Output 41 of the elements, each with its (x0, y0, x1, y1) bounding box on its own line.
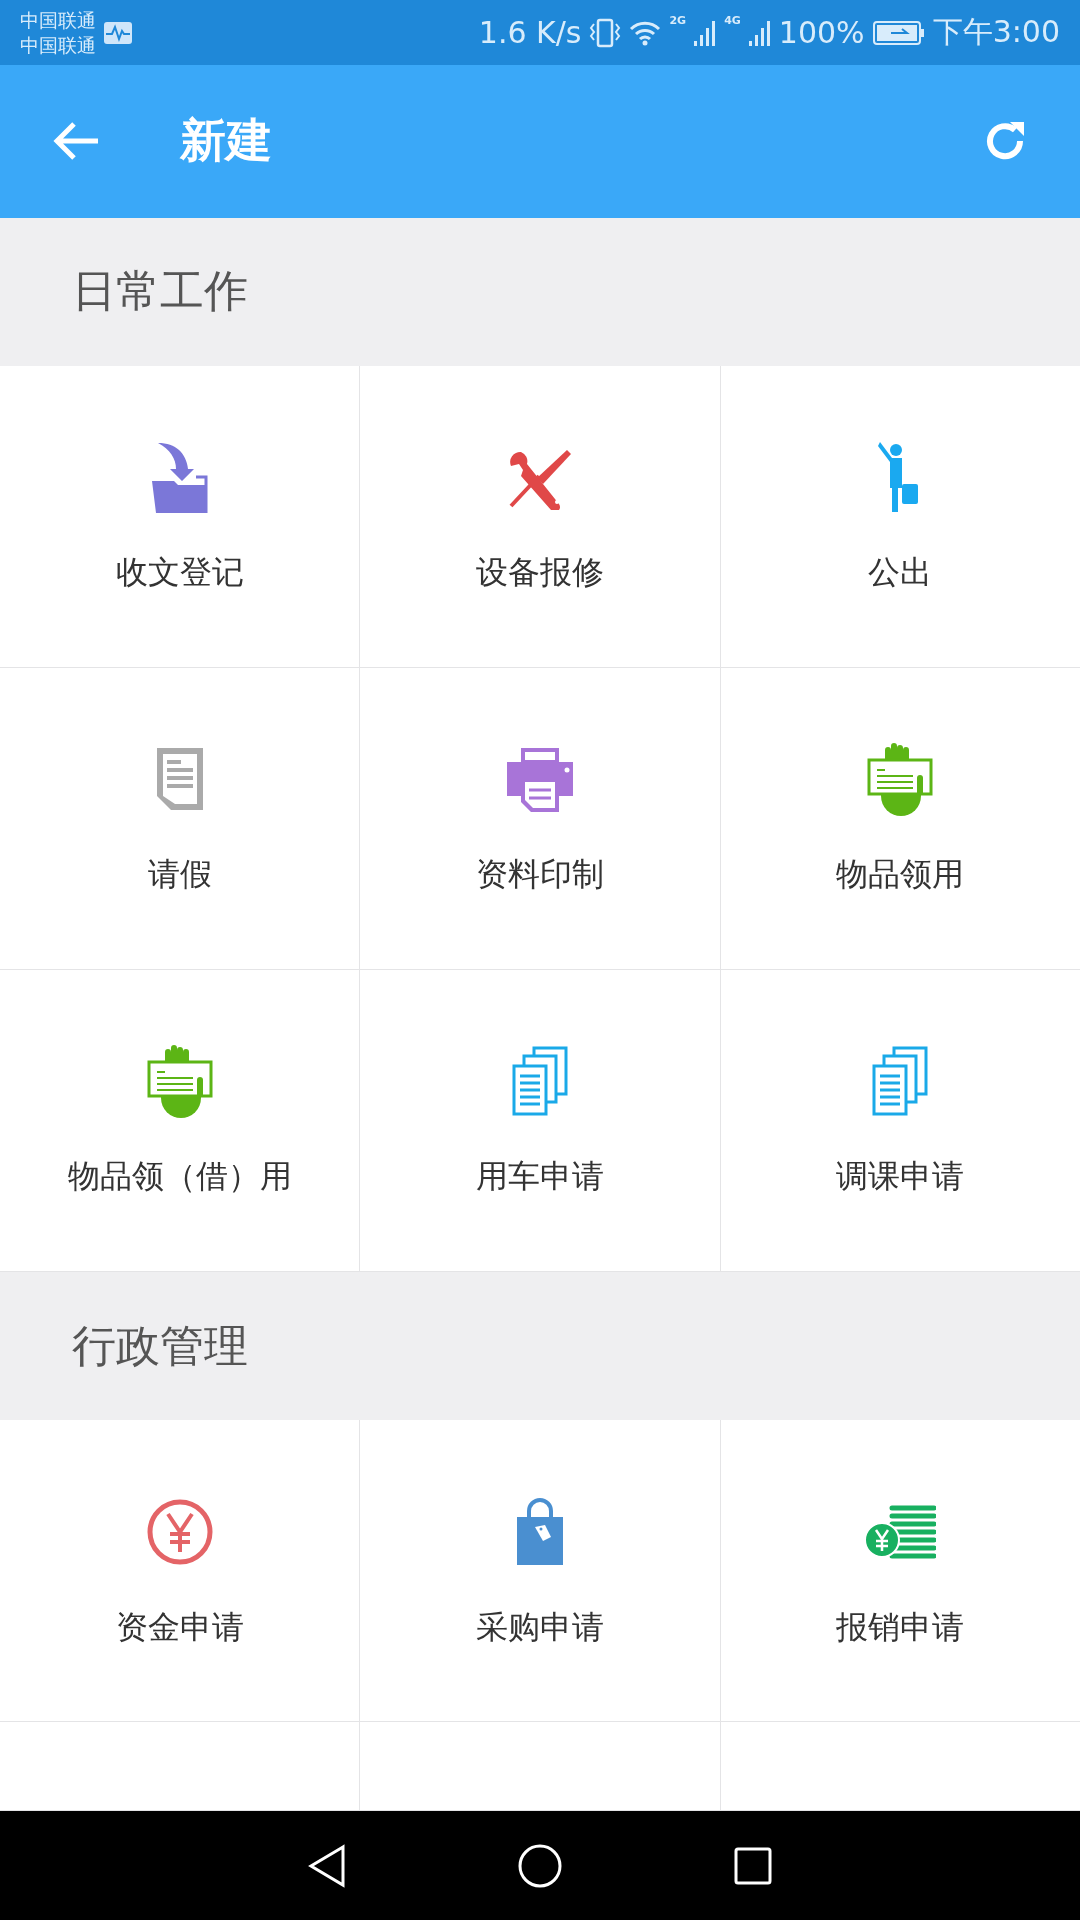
grid-item[interactable]: 物品领用 (720, 667, 1080, 969)
carrier-name: 中国联通 (20, 32, 96, 58)
network-speed: 1.6 K/s (478, 15, 582, 51)
activity-icon (104, 21, 132, 44)
grid-item[interactable]: 收文登记 (0, 365, 360, 667)
back-nav-button[interactable] (307, 1843, 347, 1888)
vibrate-icon (589, 17, 622, 48)
signal-icon (694, 18, 717, 47)
folder-arrow-icon (149, 441, 210, 514)
battery-percent: 100% (778, 15, 865, 51)
hand-card-icon (146, 1044, 213, 1119)
grid-item[interactable]: 请假 (0, 667, 360, 969)
battery-icon (872, 20, 925, 45)
grid-item[interactable]: 报销申请 (720, 1420, 1080, 1722)
documents-icon (512, 1046, 568, 1117)
network-type: 4G (724, 14, 741, 27)
clock-time: 下午3:00 (932, 13, 1060, 52)
wifi-icon (629, 19, 662, 46)
grid-item[interactable]: 资金申请 (0, 1420, 360, 1722)
documents-icon (872, 1046, 929, 1117)
grid-item[interactable]: 设备报修 (360, 365, 720, 667)
signal-icon (748, 18, 771, 47)
grid-item[interactable]: 物品领（借）用 (0, 969, 360, 1271)
document-icon (154, 746, 205, 813)
grid-item[interactable]: 采购申请 (360, 1420, 720, 1722)
carrier-name: 中国联通 (20, 7, 96, 33)
home-button[interactable] (517, 1842, 563, 1889)
grid-item[interactable]: 资料印制 (360, 667, 720, 969)
recents-button[interactable] (733, 1845, 773, 1886)
section-title: 行政管理 (72, 1318, 248, 1373)
grid-item[interactable]: 公出 (720, 365, 1080, 667)
yen-coin-icon (145, 1497, 214, 1566)
network-type: 2G (669, 14, 687, 27)
shopping-bag-icon (515, 1496, 565, 1567)
yen-coins-icon (864, 1503, 937, 1560)
section-title: 日常工作 (72, 264, 248, 319)
grid-item[interactable]: 用车申请 (360, 969, 720, 1271)
grid-item[interactable]: 调课申请 (720, 969, 1080, 1271)
page-title: 新建 (180, 112, 273, 170)
hand-card-icon (867, 742, 934, 817)
printer-icon (505, 746, 575, 813)
